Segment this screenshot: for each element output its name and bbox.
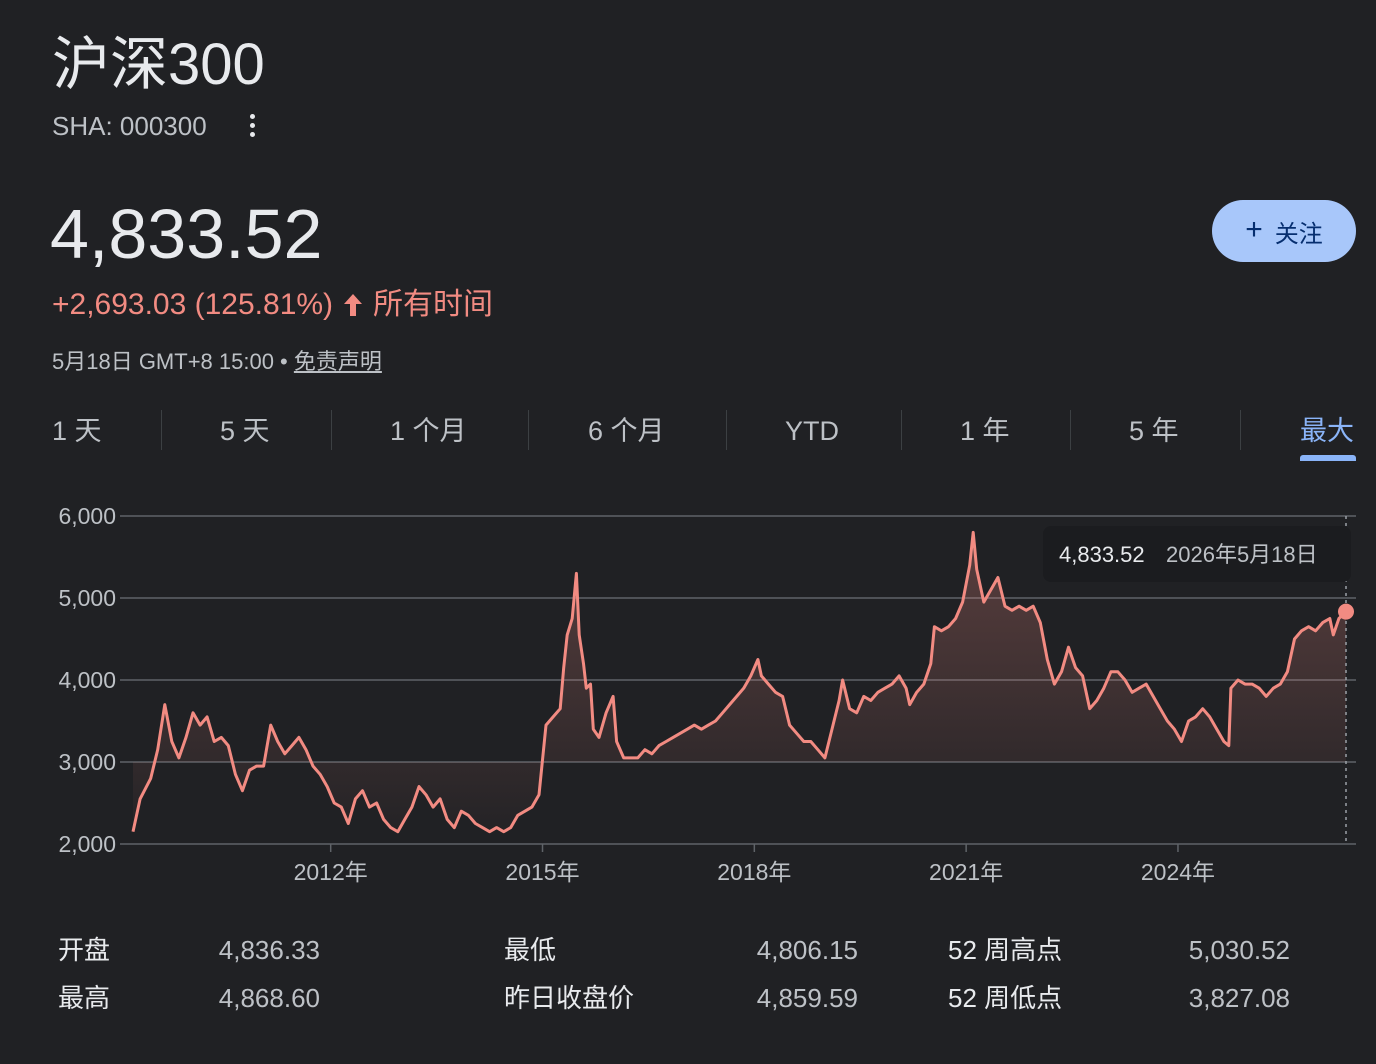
- y-tick-label: 3,000: [58, 749, 116, 775]
- stat-value: 4,868.60: [218, 983, 320, 1013]
- stat-value: 5,030.52: [1188, 935, 1290, 965]
- arrow-up-icon: [344, 294, 363, 316]
- tab-6m[interactable]: 6 个月: [588, 408, 665, 454]
- tab-divider: [528, 410, 529, 450]
- timestamp-text: 5月18日 GMT+8 15:00 •: [52, 349, 294, 374]
- stat-value: 4,859.59: [756, 983, 858, 1013]
- current-price-dot: [1338, 603, 1354, 620]
- tab-divider: [161, 410, 162, 450]
- y-axis: 6,000 5,000 4,000 3,000 2,000: [58, 503, 116, 857]
- page-title: 沪深300: [52, 32, 265, 97]
- current-price: 4,833.52: [50, 195, 323, 273]
- follow-button[interactable]: + 关注: [1212, 200, 1356, 262]
- tab-1m[interactable]: 1 个月: [390, 408, 467, 454]
- ticker-symbol: SHA: 000300: [52, 111, 207, 141]
- tab-divider: [901, 410, 902, 450]
- stat-label: 最低: [504, 935, 557, 965]
- plus-icon: +: [1245, 213, 1263, 246]
- tab-divider: [331, 410, 332, 450]
- stat-label: 52 周低点: [948, 983, 1063, 1013]
- stat-value: 4,806.15: [756, 935, 858, 965]
- y-tick-label: 2,000: [58, 831, 116, 857]
- change-value: +2,693.03 (125.81%): [52, 288, 334, 321]
- x-tick-label: 2024年: [1141, 859, 1215, 885]
- price-change: +2,693.03 (125.81%) 所有时间: [52, 285, 493, 325]
- quote-timestamp: 5月18日 GMT+8 15:00 • 免责声明: [52, 346, 382, 378]
- x-tick-label: 2015年: [505, 859, 579, 885]
- stat-value: 3,827.08: [1188, 983, 1290, 1013]
- y-tick-label: 6,000: [58, 503, 116, 529]
- price-chart[interactable]: 6,000 5,000 4,000 3,000 2,000 2012年 2015年 2018…: [0, 490, 1376, 890]
- tab-1d[interactable]: 1 天: [52, 408, 102, 454]
- tooltip-value: 4,833.52: [1059, 542, 1145, 567]
- disclaimer-link[interactable]: 免责声明: [294, 349, 382, 374]
- tab-divider: [726, 410, 727, 450]
- stat-label: 昨日收盘价: [504, 983, 635, 1013]
- active-tab-indicator: [1300, 455, 1356, 461]
- range-tabs: 1 天 5 天 1 个月 6 个月 YTD 1 年 5 年 最大: [52, 408, 1356, 462]
- stat-label: 开盘: [58, 935, 111, 965]
- chart-tooltip: 4,833.52 2026年5月18日: [1043, 526, 1351, 582]
- tab-divider: [1070, 410, 1071, 450]
- stat-label: 最高: [58, 983, 111, 1013]
- tab-max[interactable]: 最大: [1300, 408, 1354, 454]
- x-tick-label: 2012年: [294, 859, 368, 885]
- key-stats: 开盘 4,836.33 最高 4,868.60 最低 4,806.15 昨日收盘…: [0, 926, 1376, 1036]
- change-period: 所有时间: [373, 288, 494, 321]
- x-tick-label: 2018年: [717, 859, 791, 885]
- x-tick-label: 2021年: [929, 859, 1003, 885]
- tab-5d[interactable]: 5 天: [220, 408, 270, 454]
- tab-ytd[interactable]: YTD: [785, 408, 839, 454]
- stat-label: 52 周高点: [948, 935, 1063, 965]
- x-axis: 2012年 2015年 2018年 2021年 2024年: [294, 844, 1215, 885]
- tab-5y[interactable]: 5 年: [1129, 408, 1179, 454]
- tooltip-date: 2026年5月18日: [1166, 542, 1318, 567]
- y-tick-label: 5,000: [58, 585, 116, 611]
- stat-value: 4,836.33: [218, 935, 320, 965]
- y-tick-label: 4,000: [58, 667, 116, 693]
- more-vert-icon[interactable]: [240, 110, 264, 140]
- follow-button-label: 关注: [1274, 220, 1323, 248]
- tab-divider: [1240, 410, 1241, 450]
- tab-1y[interactable]: 1 年: [960, 408, 1010, 454]
